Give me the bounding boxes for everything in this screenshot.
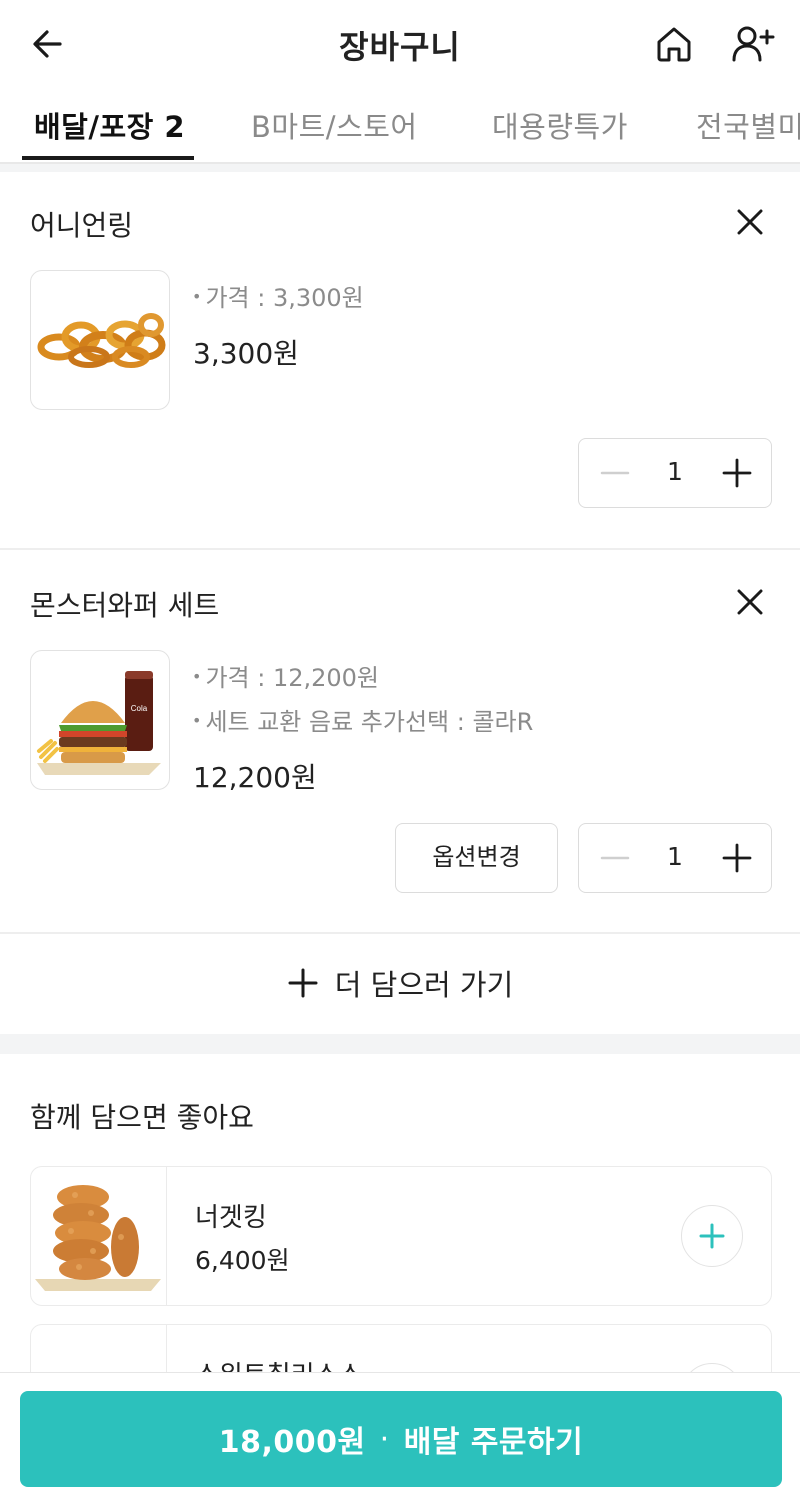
tab-bmart[interactable]: B마트/스토어 — [251, 104, 418, 146]
increase-quantity-button[interactable] — [719, 840, 755, 876]
tab-delivery[interactable]: 배달/포장 2 — [34, 104, 185, 146]
cart-item: 어니언링 • 가격 : 3,300원 3,300원 1 — [0, 172, 800, 548]
item-name: 어니언링 — [30, 209, 134, 242]
plus-icon — [722, 458, 752, 488]
recommend-item-price: 6,400원 — [195, 1246, 290, 1275]
plus-icon — [722, 843, 752, 873]
close-icon — [737, 209, 763, 235]
quantity-stepper: 1 — [578, 438, 772, 508]
section-divider — [0, 164, 800, 172]
item-option-text: 가격 : 3,300원 — [205, 284, 364, 312]
item-image — [30, 270, 170, 410]
add-more-button[interactable]: 더 담으러 가기 — [0, 934, 800, 1032]
order-label: 배달 주문하기 — [403, 1425, 584, 1460]
tab-national-specialties[interactable]: 전국별미 — [696, 104, 800, 146]
recommend-item-name: 너겟킹 — [195, 1203, 267, 1233]
plus-icon — [699, 1223, 725, 1249]
item-option-line: • 세트 교환 음료 추가선택 : 콜라R — [192, 708, 534, 736]
recommend-title: 함께 담으면 좋아요 — [30, 1101, 254, 1134]
order-total: 18,000원 — [218, 1425, 366, 1460]
recommend-item[interactable]: 너겟킹 6,400원 — [30, 1166, 772, 1306]
plus-icon — [288, 968, 318, 998]
nuggets-image — [35, 1185, 161, 1291]
tab-bulk-deals[interactable]: 대용량특가 — [492, 104, 628, 146]
change-option-button[interactable]: 옵션변경 — [395, 823, 558, 893]
order-separator: · — [379, 1421, 390, 1457]
item-price: 12,200원 — [193, 761, 317, 794]
add-recommend-button[interactable] — [681, 1205, 743, 1267]
item-option-text: 세트 교환 음료 추가선택 : 콜라R — [205, 708, 534, 736]
increase-quantity-button[interactable] — [719, 455, 755, 491]
home-icon — [657, 27, 691, 62]
item-name: 몬스터와퍼 세트 — [30, 589, 220, 622]
add-friend-button[interactable] — [728, 20, 778, 68]
active-tab-indicator — [22, 156, 194, 160]
quantity-stepper: 1 — [578, 823, 772, 893]
close-icon — [737, 589, 763, 615]
user-plus-icon — [732, 26, 775, 62]
item-option-line: • 가격 : 12,200원 — [192, 664, 379, 692]
order-bar: 18,000원 · 배달 주문하기 — [0, 1372, 800, 1504]
burger-set-image: Cola — [37, 671, 161, 775]
app-header: 장바구니 — [0, 0, 800, 88]
item-option-line: • 가격 : 3,300원 — [192, 284, 364, 312]
item-price: 3,300원 — [193, 337, 299, 370]
item-option-text: 가격 : 12,200원 — [205, 664, 379, 692]
section-divider — [0, 1034, 800, 1054]
remove-item-button[interactable] — [730, 202, 770, 242]
item-image: Cola — [30, 650, 170, 790]
recommend-item-image — [31, 1167, 167, 1305]
onion-rings-image — [37, 313, 166, 368]
order-button[interactable]: 18,000원 · 배달 주문하기 — [20, 1391, 782, 1487]
svg-text:Cola: Cola — [131, 704, 148, 713]
add-more-label: 더 담으러 가기 — [334, 968, 514, 1002]
category-tabs: 배달/포장 2 B마트/스토어 대용량특가 전국별미 — [0, 92, 800, 164]
cart-item: 몬스터와퍼 세트 Cola • 가격 : 12,200원 • 세트 교환 음료 추가… — [0, 550, 800, 932]
remove-item-button[interactable] — [730, 582, 770, 622]
home-button[interactable] — [650, 20, 698, 68]
